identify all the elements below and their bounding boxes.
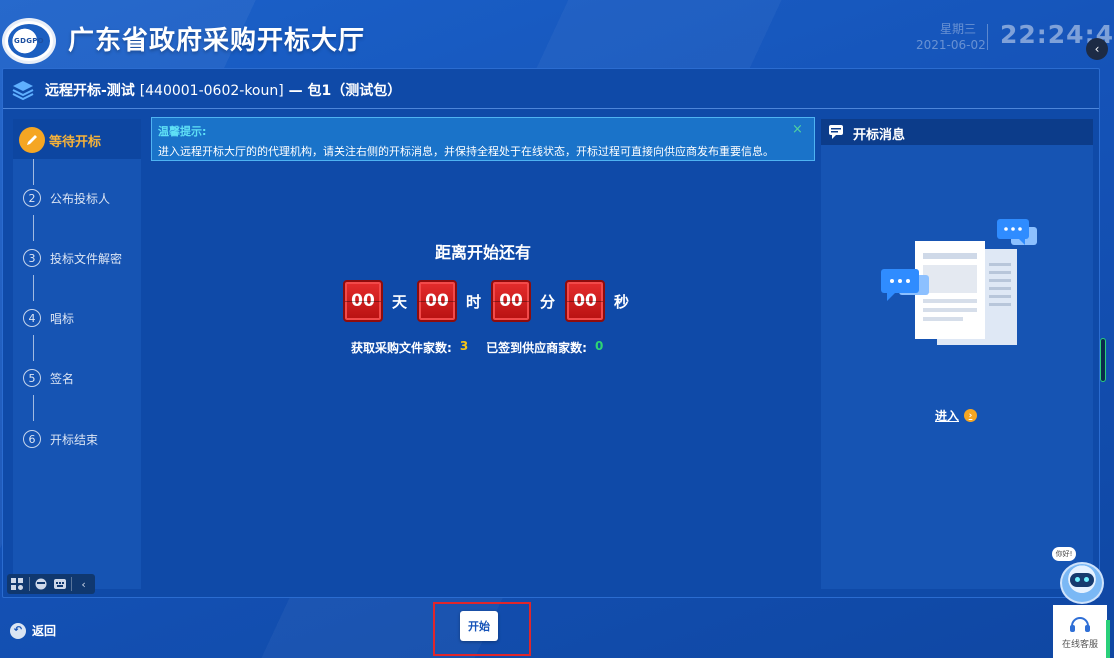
step-connector <box>33 335 34 361</box>
messages-illustration <box>881 219 1037 345</box>
countdown: 00 天 00 时 00 分 00 秒 <box>343 279 639 323</box>
step-connector <box>33 275 34 301</box>
project-bar: 远程开标-测试 [440001-0602-koun] — 包1（测试包） <box>3 69 1099 109</box>
main-panel: 远程开标-测试 [440001-0602-koun] — 包1（测试包） 等待开… <box>2 68 1100 598</box>
step-number: 6 <box>23 430 41 448</box>
robot-eye <box>1084 577 1089 582</box>
countdown-minutes: 00 <box>491 280 532 322</box>
signed-count-label: 已签到供应商家数: <box>486 341 587 355</box>
project-name: 远程开标-测试 <box>45 83 135 99</box>
step-connector <box>33 159 34 185</box>
hours-unit: 时 <box>466 292 482 311</box>
docs-count-value: 3 <box>459 339 469 353</box>
gdgpo-logo: GDGPO <box>2 18 56 64</box>
messages-header: 开标消息 <box>821 119 1093 145</box>
weekday-label: 星期三 <box>940 22 977 36</box>
back-icon: ↶ <box>10 622 26 639</box>
collapse-chevron-icon[interactable]: ‹ <box>1086 38 1108 60</box>
notice-title: 温馨提示: <box>158 125 207 138</box>
chevron-left-icon[interactable]: ‹ <box>76 576 91 592</box>
keyboard-icon[interactable] <box>52 576 67 592</box>
toolbar-divider <box>28 577 30 591</box>
project-package: — 包1（测试包） <box>288 83 402 99</box>
step-number: 2 <box>23 189 41 207</box>
close-icon[interactable]: × <box>792 122 803 137</box>
bottom-toolbar: ‹ <box>7 574 95 594</box>
support-label: 在线客服 <box>1061 639 1098 650</box>
enter-label: 进入 <box>935 409 960 423</box>
clock-divider <box>987 24 988 50</box>
pencil-icon <box>19 127 45 153</box>
notice-body: 进入远程开标大厅的的代理机构，请关注右侧的开标消息，并保持全程处于在线状态，开标… <box>158 145 774 158</box>
messages-title: 开标消息 <box>853 128 906 143</box>
robot-face <box>1070 573 1094 587</box>
chat-icon <box>829 125 843 139</box>
project-title: 远程开标-测试 [440001-0602-koun] — 包1（测试包） <box>45 80 401 100</box>
stats-row: 获取采购文件家数: 3 已签到供应商家数: 0 <box>351 339 603 356</box>
project-code: [440001-0602-koun] <box>139 83 284 99</box>
seconds-unit: 秒 <box>614 292 630 311</box>
robot-icon[interactable] <box>1060 562 1104 604</box>
face-icon[interactable] <box>34 576 49 592</box>
date-label: 2021-06-02 <box>916 38 986 52</box>
tip-notice: 温馨提示: 进入远程开标大厅的的代理机构，请关注右侧的开标消息，并保持全程处于在… <box>151 117 815 161</box>
robot-greeting: 你好! <box>1052 547 1076 561</box>
countdown-title: 距离开始还有 <box>434 243 531 262</box>
countdown-seconds: 00 <box>565 280 606 322</box>
robot-eye <box>1075 577 1080 582</box>
minutes-unit: 分 <box>540 292 556 311</box>
step-label: 唱标 <box>50 311 75 326</box>
logo-mark: GDGPO <box>8 24 50 58</box>
step-number: 4 <box>23 309 41 327</box>
logo-text: GDGPO <box>14 37 44 45</box>
step-label: 公布投标人 <box>50 191 111 206</box>
support-accent-bar <box>1106 620 1110 658</box>
countdown-days: 00 <box>343 280 383 322</box>
step-number: 5 <box>23 369 41 387</box>
step-label: 开标结束 <box>50 432 99 447</box>
toolbar-divider <box>71 577 73 591</box>
chevron-right-icon: › <box>964 409 978 422</box>
step-label: 等待开标 <box>49 134 102 150</box>
step-6: 6 开标结束 <box>23 430 98 448</box>
start-button[interactable]: 开始 <box>460 611 498 641</box>
step-4: 4 唱标 <box>23 309 74 327</box>
messages-panel: 开标消息 进入 › <box>821 119 1093 589</box>
back-label: 返回 <box>32 624 57 638</box>
step-label: 签名 <box>50 371 75 386</box>
app-title: 广东省政府采购开标大厅 <box>68 26 366 56</box>
step-5: 5 签名 <box>23 369 74 387</box>
step-2: 2 公布投标人 <box>23 189 110 207</box>
grid-icon[interactable] <box>10 576 25 592</box>
online-support-button[interactable]: 在线客服 <box>1053 605 1107 658</box>
step-connector <box>33 395 34 421</box>
back-button[interactable]: ↶ 返回 <box>10 622 56 639</box>
steps-sidebar: 等待开标 2 公布投标人 3 投标文件解密 4 唱标 5 签名 6 开标结束 <box>13 119 141 589</box>
header: GDGPO 广东省政府采购开标大厅 星期三 2021-06-02 22:24:4… <box>0 0 1114 72</box>
headset-icon <box>1070 616 1090 632</box>
countdown-hours: 00 <box>417 280 458 322</box>
days-unit: 天 <box>392 292 408 311</box>
signed-count-value: 0 <box>594 339 604 353</box>
step-1: 等待开标 <box>19 127 102 153</box>
layers-icon <box>12 81 34 101</box>
scrollbar-thumb[interactable] <box>1100 338 1106 382</box>
enter-messages-link[interactable]: 进入 › <box>935 407 978 424</box>
docs-count-label: 获取采购文件家数: <box>351 341 452 355</box>
step-connector <box>33 215 34 241</box>
